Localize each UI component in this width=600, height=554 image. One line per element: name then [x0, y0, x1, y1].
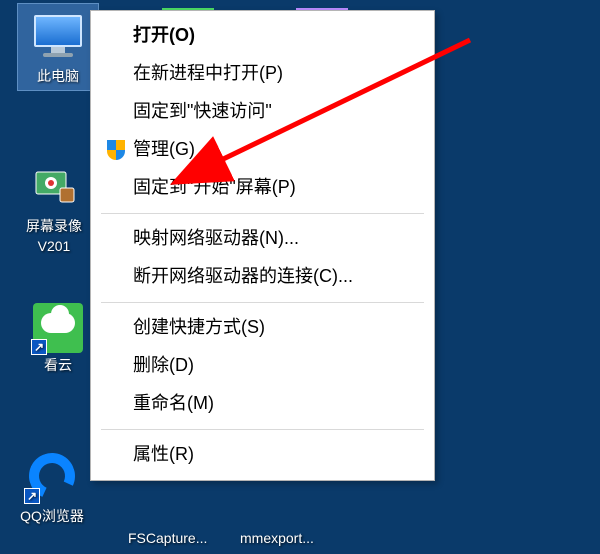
desktop-icon-qq-browser[interactable]: ↗ QQ浏览器 [12, 448, 92, 526]
menu-item-label: 固定到"开始"屏幕(P) [133, 177, 296, 199]
menu-item-properties[interactable]: 属性(R) [93, 436, 432, 474]
context-menu: 打开(O) 在新进程中打开(P) 固定到"快速访问" 管理(G) 固定到"开始"… [90, 10, 435, 481]
blank-icon [105, 101, 127, 123]
menu-item-open-new-process[interactable]: 在新进程中打开(P) [93, 55, 432, 93]
shield-icon [105, 139, 127, 161]
shortcut-overlay-icon: ↗ [24, 488, 40, 504]
desktop-icon-label: V201 [38, 238, 71, 254]
menu-item-label: 映射网络驱动器(N)... [133, 228, 299, 250]
menu-item-delete[interactable]: 删除(D) [93, 347, 432, 385]
menu-item-pin-start[interactable]: 固定到"开始"屏幕(P) [93, 169, 432, 207]
menu-item-open[interactable]: 打开(O) [93, 17, 432, 55]
menu-item-manage[interactable]: 管理(G) [93, 131, 432, 169]
blank-icon [105, 63, 127, 85]
menu-item-label: 断开网络驱动器的连接(C)... [133, 266, 353, 288]
menu-item-create-shortcut[interactable]: 创建快捷方式(S) [93, 309, 432, 347]
desktop-icon-label-fscapture[interactable]: FSCapture... [128, 530, 207, 546]
desktop-icon-label-mmexport[interactable]: mmexport... [240, 530, 314, 546]
kanyun-icon: ↗ [33, 303, 83, 353]
blank-icon [105, 228, 127, 250]
desktop-icon-label: QQ浏览器 [20, 506, 84, 526]
menu-item-disconnect-network-drive[interactable]: 断开网络驱动器的连接(C)... [93, 258, 432, 296]
menu-separator [101, 302, 424, 303]
menu-item-label: 重命名(M) [133, 393, 214, 415]
screen-recorder-icon [26, 158, 82, 214]
menu-item-label: 固定到"快速访问" [133, 101, 272, 123]
blank-icon [105, 355, 127, 377]
desktop-icon-label: 看云 [44, 355, 72, 375]
menu-item-label: 管理(G) [133, 139, 195, 161]
blank-icon [105, 444, 127, 466]
menu-item-pin-quick-access[interactable]: 固定到"快速访问" [93, 93, 432, 131]
desktop: 此电脑 Dw Ae 屏幕录像 V201 ↗ 看云 ↗ [0, 0, 600, 554]
desktop-icon-this-pc[interactable]: 此电脑 [18, 4, 98, 90]
menu-item-label: 打开(O) [133, 25, 195, 47]
desktop-icon-kanyun[interactable]: ↗ 看云 [18, 303, 98, 375]
menu-item-rename[interactable]: 重命名(M) [93, 385, 432, 423]
desktop-icon-label: 屏幕录像 [26, 216, 82, 236]
menu-item-label: 创建快捷方式(S) [133, 317, 265, 339]
menu-item-label: 删除(D) [133, 355, 194, 377]
this-pc-icon [30, 8, 86, 64]
qq-browser-icon: ↗ [24, 448, 80, 504]
shortcut-overlay-icon: ↗ [31, 339, 47, 355]
desktop-icon-screen-recorder[interactable]: 屏幕录像 V201 [14, 158, 94, 254]
menu-separator [101, 213, 424, 214]
menu-item-label: 在新进程中打开(P) [133, 63, 283, 85]
blank-icon [105, 25, 127, 47]
desktop-icon-label: 此电脑 [37, 66, 79, 86]
blank-icon [105, 177, 127, 199]
menu-item-map-network-drive[interactable]: 映射网络驱动器(N)... [93, 220, 432, 258]
blank-icon [105, 393, 127, 415]
menu-separator [101, 429, 424, 430]
menu-item-label: 属性(R) [133, 444, 194, 466]
blank-icon [105, 317, 127, 339]
blank-icon [105, 266, 127, 288]
